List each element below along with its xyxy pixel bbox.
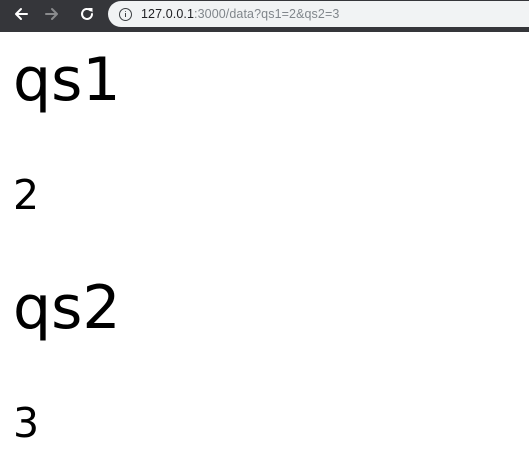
reload-icon — [81, 7, 93, 20]
url-text[interactable]: 127.0.0.1:3000/data?qs1=2&qs2=3 — [141, 7, 339, 21]
arrow-right-icon — [45, 8, 58, 20]
value-qs1: 2 — [13, 171, 40, 219]
heading-qs2: qs2 — [13, 273, 121, 343]
back-button[interactable] — [10, 3, 32, 25]
heading-qs1: qs1 — [13, 45, 121, 115]
info-icon[interactable] — [119, 7, 132, 21]
url-path: :3000/data?qs1=2&qs2=3 — [194, 7, 340, 21]
reload-button[interactable] — [76, 3, 98, 25]
url-host: 127.0.0.1 — [141, 7, 195, 21]
address-bar[interactable]: 127.0.0.1:3000/data?qs1=2&qs2=3 — [108, 1, 529, 27]
toolbar-divider — [0, 28, 529, 32]
value-qs2: 3 — [13, 399, 40, 447]
arrow-left-icon — [15, 8, 28, 20]
forward-button[interactable] — [41, 3, 63, 25]
browser-toolbar: 127.0.0.1:3000/data?qs1=2&qs2=3 — [0, 0, 529, 28]
